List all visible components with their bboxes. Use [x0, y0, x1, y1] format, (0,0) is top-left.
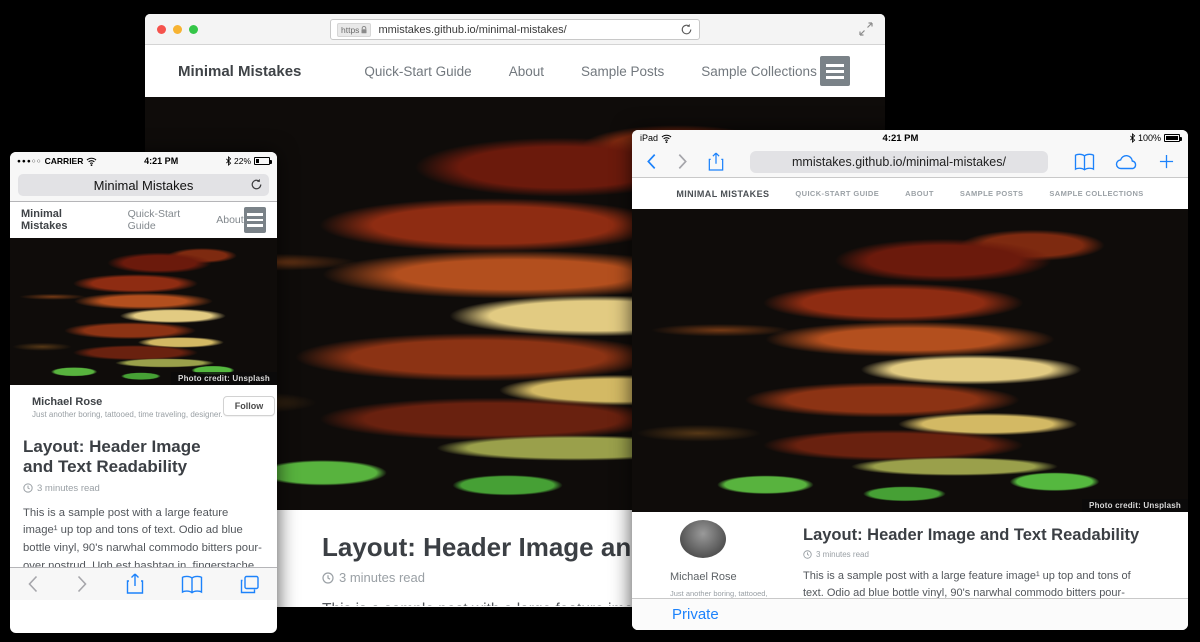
nav-sample-posts[interactable]: Sample Posts	[581, 64, 664, 79]
iphone-hero-image: Photo credit: Unsplash	[10, 238, 277, 385]
lock-icon	[361, 26, 367, 34]
bookmarks-icon[interactable]	[181, 575, 203, 594]
share-icon[interactable]	[708, 152, 724, 172]
ipad-safari: iPad 4:21 PM 100% mmistakes.github.io/mi…	[632, 130, 1188, 630]
author-column: Michael Rose Just another boring, tattoo…	[670, 520, 766, 598]
iphone-site-nav: Minimal Mistakes Quick-Start Guide About	[10, 202, 277, 238]
post-title: Layout: Header Image and Text Readabilit…	[803, 526, 1146, 545]
https-badge: https	[337, 23, 371, 37]
site-brand[interactable]: Minimal Mistakes	[178, 63, 301, 80]
bookmarks-icon[interactable]	[1074, 153, 1095, 171]
desktop-browser-chrome: https mmistakes.github.io/minimal-mistak…	[145, 14, 885, 45]
forward-icon[interactable]	[76, 575, 88, 593]
battery-icon	[1164, 134, 1180, 142]
author-name: Michael Rose	[670, 571, 737, 583]
battery-icon	[254, 157, 270, 165]
reload-icon[interactable]	[680, 23, 693, 36]
new-tab-icon[interactable]	[1159, 154, 1174, 169]
minimize-window-button[interactable]	[173, 25, 182, 34]
photo-credit: Photo credit: Unsplash	[171, 372, 277, 385]
nav-about[interactable]: About	[216, 214, 243, 226]
wifi-icon	[86, 157, 97, 166]
back-icon[interactable]	[646, 153, 657, 170]
iphone-url-row: Minimal Mistakes	[10, 170, 277, 202]
post-column: Layout: Header Image and Text Readabilit…	[766, 520, 1146, 598]
iphone-url-title: Minimal Mistakes	[94, 178, 194, 193]
post-meta: 3 minutes read	[803, 550, 1146, 559]
read-time: 3 minutes read	[339, 570, 425, 585]
post-title: Layout: Header Image and Text Readabilit…	[23, 437, 233, 478]
battery-percent: 100%	[1138, 133, 1161, 143]
author-row: Michael Rose Just another boring, tattoo…	[23, 396, 264, 426]
status-time: 4:21 PM	[672, 133, 1129, 144]
desktop-site-nav: Minimal Mistakes Quick-Start Guide About…	[145, 45, 885, 97]
clock-icon	[23, 483, 33, 493]
ipad-hero-image: Photo credit: Unsplash	[632, 209, 1188, 512]
nav-quick-start-guide[interactable]: Quick-Start Guide	[364, 64, 471, 79]
nav-sample-collections[interactable]: Sample Collections	[701, 64, 817, 79]
nav-quick-start-guide[interactable]: Quick-Start Guide	[128, 208, 200, 232]
ipad-address-field[interactable]: mmistakes.github.io/minimal-mistakes/	[750, 151, 1048, 173]
ipad-toolbar: mmistakes.github.io/minimal-mistakes/	[632, 146, 1188, 178]
photo-credit: Photo credit: Unsplash	[1082, 499, 1188, 512]
address-bar[interactable]: https mmistakes.github.io/minimal-mistak…	[330, 19, 700, 40]
wifi-icon	[661, 134, 672, 143]
url-text: mmistakes.github.io/minimal-mistakes/	[792, 155, 1006, 169]
https-label: https	[341, 25, 359, 35]
carrier-label: CARRIER	[45, 156, 84, 166]
iphone-post-content: Michael Rose Just another boring, tattoo…	[10, 385, 277, 600]
tabs-icon[interactable]	[240, 575, 260, 594]
bluetooth-icon	[225, 156, 232, 166]
author-name: Michael Rose	[32, 396, 223, 408]
nav-links: Quick-Start Guide About Sample Posts Sam…	[364, 64, 816, 79]
url-text: mmistakes.github.io/minimal-mistakes/	[378, 24, 680, 36]
nav-quick-start-guide[interactable]: QUICK-START GUIDE	[795, 189, 879, 198]
nav-about[interactable]: About	[509, 64, 544, 79]
icloud-tabs-icon[interactable]	[1115, 154, 1139, 170]
iphone-address-field[interactable]: Minimal Mistakes	[18, 174, 269, 196]
iphone-status-bar: ●●●○○ CARRIER 4:21 PM 22%	[10, 152, 277, 170]
follow-button[interactable]: Follow	[223, 396, 276, 416]
site-brand[interactable]: Minimal Mistakes	[21, 208, 99, 232]
battery-percent: 22%	[234, 156, 251, 166]
share-icon[interactable]	[126, 573, 144, 595]
author-bio: Just another boring, tattooed,	[670, 589, 768, 598]
nav-about[interactable]: ABOUT	[905, 189, 934, 198]
reload-icon[interactable]	[250, 178, 263, 191]
fullscreen-expand-icon[interactable]	[859, 22, 873, 36]
signal-dots: ●●●○○	[17, 158, 42, 165]
composite-stage: https mmistakes.github.io/minimal-mistak…	[0, 0, 1200, 642]
site-brand[interactable]: MINIMAL MISTAKES	[676, 189, 769, 199]
window-controls	[157, 25, 198, 34]
read-time: 3 minutes read	[37, 483, 100, 494]
device-label: iPad	[640, 133, 658, 143]
read-time: 3 minutes read	[816, 550, 869, 559]
private-browsing-button[interactable]: Private	[672, 606, 719, 623]
nav-sample-collections[interactable]: SAMPLE COLLECTIONS	[1049, 189, 1143, 198]
ipad-post-content: Michael Rose Just another boring, tattoo…	[632, 512, 1188, 598]
forward-icon[interactable]	[677, 153, 688, 170]
post-meta: 3 minutes read	[23, 483, 264, 494]
author-meta: Michael Rose Just another boring, tattoo…	[32, 396, 223, 419]
back-icon[interactable]	[27, 575, 39, 593]
hamburger-menu-button[interactable]	[244, 207, 266, 233]
ipad-site-nav: MINIMAL MISTAKES QUICK-START GUIDE ABOUT…	[632, 178, 1188, 209]
clock-icon	[322, 572, 334, 584]
ipad-bottom-bar: Private	[632, 598, 1188, 630]
close-window-button[interactable]	[157, 25, 166, 34]
ipad-status-bar: iPad 4:21 PM 100%	[632, 130, 1188, 146]
post-body: This is a sample post with a large featu…	[803, 568, 1146, 598]
avatar	[680, 520, 726, 558]
bluetooth-icon	[1129, 133, 1136, 143]
clock-icon	[803, 550, 812, 559]
status-time: 4:21 PM	[97, 156, 225, 166]
iphone-safari: ●●●○○ CARRIER 4:21 PM 22% Minimal Mistak…	[10, 152, 277, 633]
zoom-window-button[interactable]	[189, 25, 198, 34]
nav-sample-posts[interactable]: SAMPLE POSTS	[960, 189, 1024, 198]
hamburger-menu-button[interactable]	[820, 56, 850, 86]
iphone-bottom-toolbar	[10, 567, 277, 600]
author-bio: Just another boring, tattooed, time trav…	[32, 410, 223, 419]
